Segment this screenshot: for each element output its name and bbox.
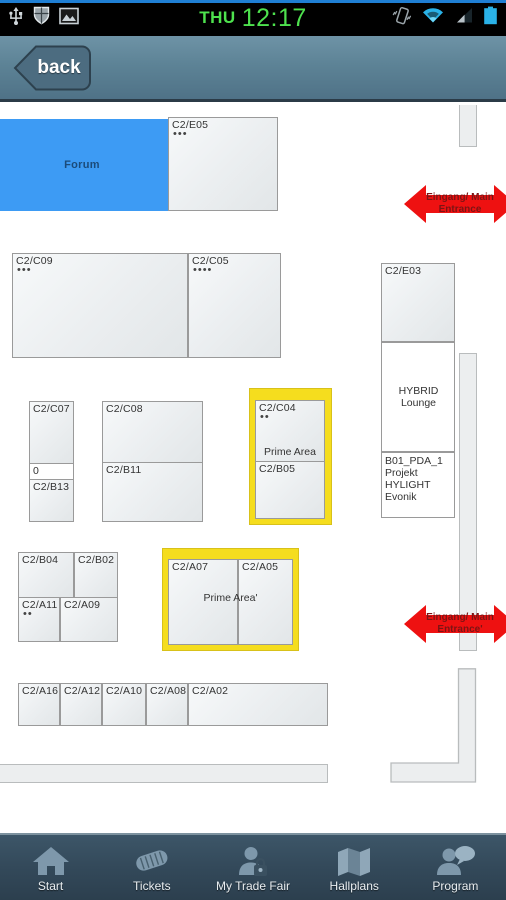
wall-bottom-corridor bbox=[0, 764, 328, 783]
stand-code: C2/C08 bbox=[106, 403, 143, 415]
stand-code: C2/B13 bbox=[33, 481, 70, 493]
stand-dots: •• bbox=[23, 608, 33, 620]
stand-c2-a10[interactable]: C2/A10 bbox=[102, 683, 146, 726]
clock-day: THU bbox=[199, 8, 236, 27]
stand-c2-c04[interactable]: C2/C04 •• Prime Area bbox=[255, 400, 325, 462]
status-bar-right-icons bbox=[392, 0, 498, 36]
stand-c2-c07[interactable]: C2/C07 bbox=[29, 401, 74, 464]
stand-code: C2/A02 bbox=[192, 685, 229, 697]
tab-program[interactable]: Program bbox=[405, 835, 506, 900]
tab-label: Start bbox=[37, 878, 64, 893]
stand-c2-b02[interactable]: C2/B02 bbox=[74, 552, 118, 598]
stand-code: C2/A12 bbox=[64, 685, 101, 697]
stand-dots: ••• bbox=[17, 264, 32, 276]
stand-c2-b13[interactable]: C2/B13 bbox=[29, 479, 74, 522]
stand-c2-c05[interactable]: C2/C05 •••• bbox=[188, 253, 281, 358]
hallplan-map[interactable]: Forum C2/E05 ••• C2/C09 ••• C2/C05 •••• … bbox=[0, 105, 506, 833]
stand-code: C2/A05 bbox=[242, 561, 279, 573]
stand-code: C2/B11 bbox=[106, 464, 142, 476]
app-root: THU 12:17 back Forum C2/E05 ••• C2/C09 •… bbox=[0, 0, 506, 900]
stand-b01-pda-1[interactable]: B01_PDA_1 Projekt HYLIGHT Evonik bbox=[381, 452, 455, 518]
stand-dots: •••• bbox=[193, 264, 213, 276]
clock-time: 12:17 bbox=[241, 3, 307, 32]
stand-c2-c09[interactable]: C2/C09 ••• bbox=[12, 253, 188, 358]
tab-label: My Trade Fair bbox=[216, 878, 291, 893]
tab-label: Tickets bbox=[133, 878, 171, 893]
stand-c2-b11[interactable]: C2/B11 bbox=[102, 462, 203, 522]
stand-c2-a16[interactable]: C2/A16 bbox=[18, 683, 60, 726]
stand-forum-label: Forum bbox=[64, 159, 100, 171]
user-chat-icon bbox=[434, 843, 476, 877]
hybrid-lounge-label: HYBRID Lounge bbox=[398, 385, 439, 409]
tab-tickets[interactable]: Tickets bbox=[101, 835, 202, 900]
stand-code: C2/A07 bbox=[172, 561, 209, 573]
bottom-tab-bar: Start Tickets My Trade Fair Hallplans Pr… bbox=[0, 833, 506, 900]
main-entrance-arrow-2[interactable]: Eingang/ Main Entrance' bbox=[404, 595, 506, 653]
wall-bottom-right-corner bbox=[390, 668, 477, 783]
wifi-icon bbox=[422, 7, 444, 29]
stand-code: C2/A09 bbox=[64, 599, 101, 611]
ticket-icon bbox=[132, 843, 172, 877]
stand-c2-c08[interactable]: C2/C08 bbox=[102, 401, 203, 463]
stand-c2-e05[interactable]: C2/E05 ••• bbox=[168, 117, 278, 211]
prime-area-label-1: Prime Area bbox=[264, 446, 316, 458]
back-button[interactable]: back bbox=[12, 45, 94, 91]
wall-top-right bbox=[459, 105, 477, 147]
stand-c2-b05[interactable]: C2/B05 bbox=[255, 461, 325, 519]
tab-start[interactable]: Start bbox=[0, 835, 101, 900]
stand-code: C2/B04 bbox=[22, 554, 59, 566]
user-lock-icon bbox=[233, 843, 273, 877]
header-bar: back bbox=[0, 36, 506, 102]
stand-c2-a12[interactable]: C2/A12 bbox=[60, 683, 102, 726]
tab-label: Hallplans bbox=[329, 878, 379, 893]
stand-c2-b04[interactable]: C2/B04 bbox=[18, 552, 74, 598]
stand-c2-e03[interactable]: C2/E03 bbox=[381, 263, 455, 342]
home-icon bbox=[31, 843, 71, 877]
main-entrance-arrow-1[interactable]: Eingang/ Main Entrance bbox=[404, 175, 506, 233]
stand-dots: •• bbox=[260, 411, 270, 423]
stand-code: C2/A10 bbox=[106, 685, 143, 697]
signal-icon bbox=[454, 7, 473, 29]
stand-code: C2/B02 bbox=[78, 554, 115, 566]
stand-code: C2/A16 bbox=[22, 685, 59, 697]
stand-code: 0 bbox=[33, 465, 40, 477]
stand-code: C2/A08 bbox=[150, 685, 187, 697]
stand-code: C2/B05 bbox=[259, 463, 296, 475]
stand-c2-a11[interactable]: C2/A11 •• bbox=[18, 597, 60, 642]
tab-hallplans[interactable]: Hallplans bbox=[304, 835, 405, 900]
stand-code: C2/E03 bbox=[385, 265, 422, 277]
status-bar: THU 12:17 bbox=[0, 0, 506, 36]
vibrate-icon bbox=[392, 6, 412, 30]
tab-label: Program bbox=[432, 878, 479, 893]
stand-code: C2/C07 bbox=[33, 403, 70, 415]
stand-c2-a08[interactable]: C2/A08 bbox=[146, 683, 188, 726]
stand-hybrid-lounge[interactable]: HYBRID Lounge bbox=[381, 342, 455, 452]
project-label: B01_PDA_1 Projekt HYLIGHT Evonik bbox=[385, 455, 443, 503]
stand-c2-a09[interactable]: C2/A09 bbox=[60, 597, 118, 642]
prime-area-label-2: Prime Area' bbox=[203, 592, 258, 604]
top-accent-line bbox=[0, 0, 506, 3]
tab-my-trade-fair[interactable]: My Trade Fair bbox=[202, 835, 303, 900]
stand-c2-a02[interactable]: C2/A02 bbox=[188, 683, 328, 726]
stand-dots: ••• bbox=[173, 128, 188, 140]
stand-forum[interactable]: Forum bbox=[0, 119, 168, 211]
map-icon bbox=[334, 843, 374, 877]
battery-icon bbox=[483, 6, 498, 30]
stand-zero[interactable]: 0 bbox=[29, 463, 74, 480]
